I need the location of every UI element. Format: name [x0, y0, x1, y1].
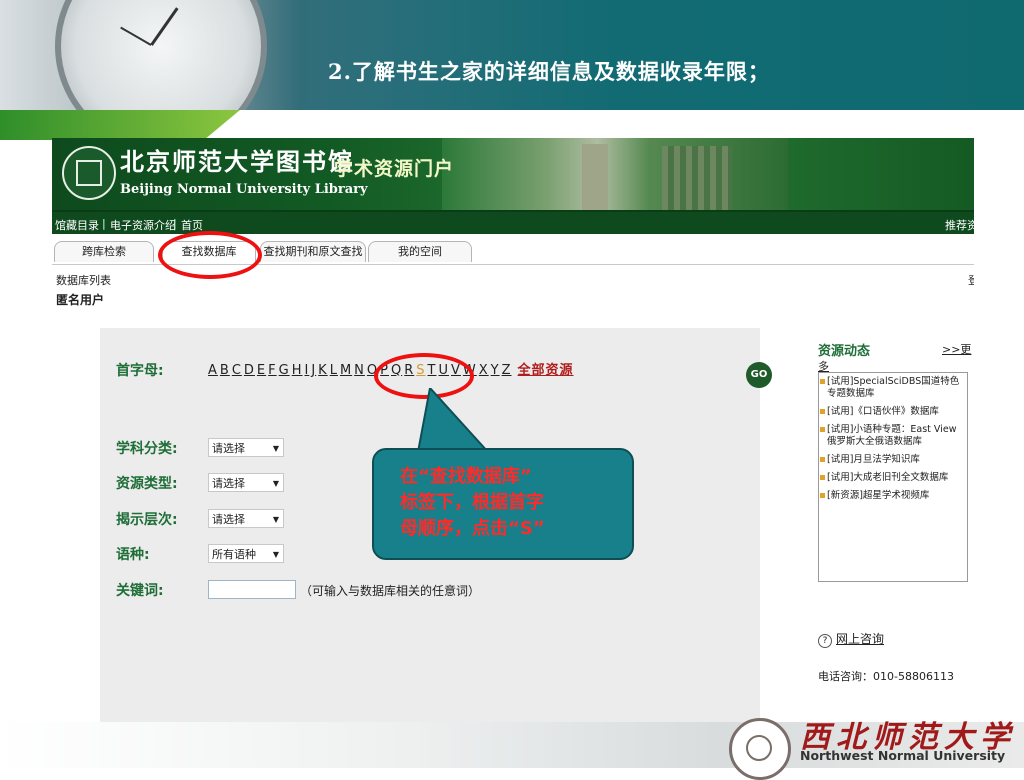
keyword-label: 关键词:: [116, 583, 164, 599]
letter-link-m[interactable]: M: [340, 363, 352, 378]
nav-separator: |: [173, 217, 177, 230]
resource-news-sidebar: 资源动态 >>更 多 [试用]SpecialSciDBS国道特色专题数据库 [试…: [816, 338, 974, 728]
letter-link-e[interactable]: E: [257, 363, 266, 378]
instruction-callout: 在“查找数据库” 标签下，根据首字 母顺序，点击“S”: [372, 448, 634, 560]
letter-link-n[interactable]: N: [354, 363, 365, 378]
letter-link-l[interactable]: L: [330, 363, 338, 378]
nav-item-catalog[interactable]: 馆藏目录: [55, 217, 99, 233]
reveal-level-select[interactable]: 请选择 ▼: [208, 509, 284, 528]
keyword-hint: （可输入与数据库相关的任意词）: [300, 584, 481, 598]
news-item[interactable]: [新资源]超星学术视频库: [819, 490, 965, 502]
tab-my-space[interactable]: 我的空间: [368, 241, 472, 262]
news-item[interactable]: [试用]大成老旧刊全文数据库: [819, 472, 965, 484]
reveal-level-label: 揭示层次:: [116, 512, 178, 528]
callout-line: 在“查找数据库”: [400, 466, 532, 487]
letter-link-a[interactable]: A: [208, 363, 218, 378]
library-banner: 北京师范大学图书馆 Beijing Normal University Libr…: [52, 138, 974, 210]
nav-item-eresources[interactable]: 电子资源介绍: [110, 217, 176, 233]
letter-link-j[interactable]: J: [311, 363, 316, 378]
university-name-en: Northwest Normal University: [800, 748, 1006, 763]
callout-pointer: [416, 388, 490, 452]
all-resources-link[interactable]: 全部资源: [518, 363, 574, 378]
highlight-ellipse-tab: [158, 231, 262, 279]
tower-shape: [582, 144, 608, 210]
watch-face-icon: [55, 0, 267, 110]
resource-type-label: 资源类型:: [116, 476, 178, 492]
letter-link-i[interactable]: I: [304, 363, 309, 378]
subject-select[interactable]: 请选择 ▼: [208, 438, 284, 457]
letter-link-x[interactable]: X: [479, 363, 489, 378]
online-consult-link[interactable]: 网上咨询: [836, 632, 884, 646]
resource-type-select-value: 请选择: [212, 477, 245, 490]
library-logo-icon: [62, 146, 116, 200]
letter-link-k[interactable]: K: [318, 363, 328, 378]
keyword-input[interactable]: [208, 580, 296, 599]
language-select[interactable]: 所有语种 ▼: [208, 544, 284, 563]
user-label: 匿名用户: [56, 293, 105, 307]
news-list: [试用]SpecialSciDBS国道特色专题数据库 [试用]《口语伙伴》数据库…: [818, 372, 968, 582]
callout-line: 母顺序，点击“S”: [400, 518, 545, 539]
building-shape: [662, 146, 732, 210]
portal-name: 学术资源门户: [334, 158, 455, 180]
university-seal-icon: [729, 718, 791, 780]
letter-link-h[interactable]: H: [292, 363, 303, 378]
callout-line: 标签下，根据首字: [400, 492, 544, 513]
subject-label: 学科分类:: [116, 441, 178, 457]
subject-select-value: 请选择: [212, 442, 245, 455]
resource-news-title: 资源动态: [818, 344, 871, 359]
dropdown-arrow-icon: ▼: [272, 444, 279, 453]
dropdown-arrow-icon: ▼: [272, 515, 279, 524]
online-consult[interactable]: ? 网上咨询: [818, 630, 884, 648]
dropdown-arrow-icon: ▼: [272, 479, 279, 488]
more-link[interactable]: >>更: [942, 341, 971, 357]
news-item[interactable]: [试用]SpecialSciDBS国道特色专题数据库: [819, 376, 965, 400]
letter-link-f[interactable]: F: [268, 363, 276, 378]
login-link[interactable]: 登: [968, 272, 974, 288]
slide-title: 2.了解书生之家的详细信息及数据收录年限；: [328, 59, 770, 84]
go-button[interactable]: GO: [746, 362, 772, 388]
letter-link-d[interactable]: D: [244, 363, 255, 378]
letter-link-y[interactable]: Y: [491, 363, 500, 378]
language-label: 语种:: [116, 547, 150, 563]
slide-header: 2.了解书生之家的详细信息及数据收录年限；: [0, 0, 1024, 110]
accent-band: [0, 110, 240, 140]
tab-find-journal[interactable]: 查找期刊和原文查找: [260, 241, 366, 262]
reveal-level-select-value: 请选择: [212, 513, 245, 526]
phone-consult: 电话咨询：010-58806113: [818, 670, 954, 683]
news-item[interactable]: [试用]月旦法学知识库: [819, 454, 965, 466]
initial-letter-label: 首字母:: [116, 363, 164, 379]
news-item[interactable]: [试用]《口语伙伴》数据库: [819, 406, 965, 418]
nav-separator: |: [102, 217, 106, 230]
library-name-cn: 北京师范大学图书馆: [120, 147, 354, 176]
question-icon: ?: [818, 634, 832, 648]
language-select-value: 所有语种: [212, 548, 256, 561]
letter-link-g[interactable]: G: [279, 363, 290, 378]
news-item[interactable]: [试用]小语种专题：East View俄罗斯大全俄语数据库: [819, 424, 965, 448]
campus-photo: [442, 138, 788, 210]
letter-link-z[interactable]: Z: [502, 363, 512, 378]
nav-item-recommend[interactable]: 推荐资: [945, 217, 974, 233]
breadcrumb: 数据库列表: [56, 274, 111, 287]
tab-cross-search[interactable]: 跨库检索: [54, 241, 154, 262]
resource-type-select[interactable]: 请选择 ▼: [208, 473, 284, 492]
pocket-watch-image: [0, 0, 300, 110]
library-name-en: Beijing Normal University Library: [120, 182, 368, 197]
letter-link-c[interactable]: C: [232, 363, 242, 378]
letter-link-b[interactable]: B: [220, 363, 230, 378]
dropdown-arrow-icon: ▼: [272, 550, 279, 559]
